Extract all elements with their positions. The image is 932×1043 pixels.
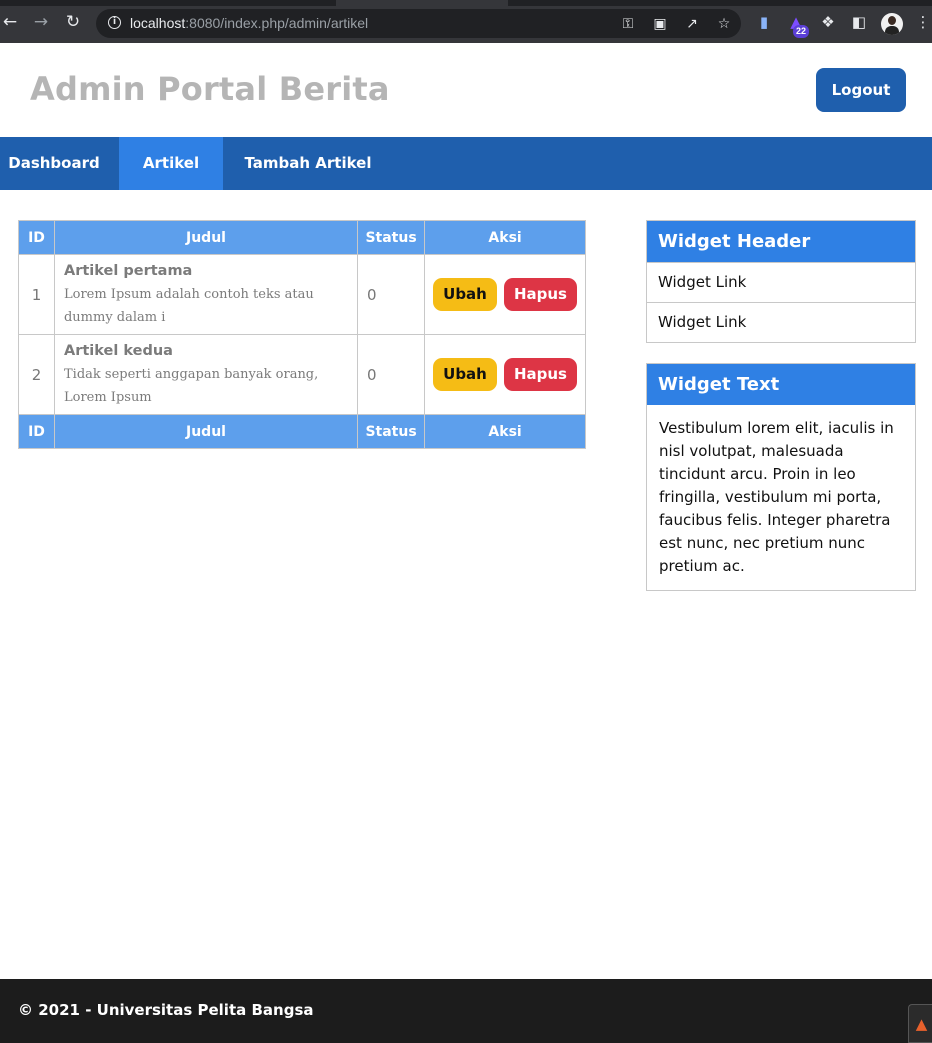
row-title-cell: Artikel kedua Tidak seperti anggapan ban… [53, 334, 358, 415]
column-header-id: ID [18, 220, 55, 255]
delete-button[interactable]: Hapus [503, 278, 577, 311]
url-path: :8080/index.php/admin/artikel [185, 15, 369, 31]
table-footer-row: ID Judul Status Aksi [18, 414, 586, 449]
article-table: ID Judul Status Aksi 1 Artikel pertama L… [18, 220, 586, 449]
widget-header-title: Widget Header [647, 221, 915, 262]
site-title: Admin Portal Berita [30, 70, 390, 108]
url-host: localhost [130, 15, 186, 31]
row-id: 2 [18, 334, 55, 415]
widget-text-body: Vestibulum lorem elit, iaculis in nisl v… [659, 419, 894, 575]
table-row: 1 Artikel pertama Lorem Ipsum adalah con… [18, 254, 586, 335]
row-actions: Ubah Hapus [424, 254, 586, 335]
widget-link[interactable]: Widget Link [647, 262, 915, 302]
article-excerpt: Tidak seperti anggapan banyak orang, Lor… [63, 366, 319, 405]
footer-copyright: © 2021 - Universitas Pelita Bangsa [18, 1001, 314, 1019]
table-header-row: ID Judul Status Aksi [18, 220, 586, 255]
avatar-torso [885, 26, 899, 35]
extension-badge: 22 [793, 25, 809, 38]
flame-icon[interactable]: ▲ [908, 1004, 932, 1043]
table-foot: ID Judul Status Aksi [18, 414, 586, 449]
nav-item-artikel[interactable]: Artikel [119, 137, 223, 190]
key-icon[interactable]: ⚿ [619, 15, 637, 33]
column-header-judul: Judul [53, 220, 358, 255]
edit-button[interactable]: Ubah [433, 278, 497, 311]
profile-avatar[interactable] [881, 13, 903, 35]
edit-button[interactable]: Ubah [433, 358, 497, 391]
table-row: 2 Artikel kedua Tidak seperti anggapan b… [18, 334, 586, 415]
column-header-status: Status [356, 220, 426, 255]
table-head: ID Judul Status Aksi [18, 220, 586, 255]
side-panel-icon[interactable]: ◧ [850, 13, 868, 31]
site-footer: © 2021 - Universitas Pelita Bangsa [0, 979, 932, 1043]
widget-text-box: Widget Text Vestibulum lorem elit, iacul… [646, 363, 916, 591]
puzzle-icon[interactable]: ❖ [819, 13, 837, 31]
row-title-cell: Artikel pertama Lorem Ipsum adalah conto… [53, 254, 358, 335]
star-icon[interactable]: ☆ [715, 15, 733, 33]
avatar-head [888, 16, 896, 25]
url-text[interactable]: localhost:8080/index.php/admin/artikel [130, 15, 368, 31]
row-status: 0 [356, 334, 426, 415]
widget-link[interactable]: Widget Link [647, 302, 915, 342]
row-actions: Ubah Hapus [424, 334, 586, 415]
column-header-aksi: Aksi [424, 220, 586, 255]
translate-icon[interactable]: ▣ [651, 15, 669, 33]
extension-docs-icon[interactable]: ▮ [755, 13, 773, 31]
main-nav: Dashboard Artikel Tambah Artikel [0, 137, 932, 190]
table-body: 1 Artikel pertama Lorem Ipsum adalah con… [18, 254, 586, 415]
article-title: Artikel kedua [63, 342, 173, 359]
nav-item-tambah-artikel[interactable]: Tambah Artikel [234, 137, 382, 190]
info-icon[interactable]: i [108, 16, 121, 29]
logout-button[interactable]: Logout [816, 68, 906, 112]
row-status: 0 [356, 254, 426, 335]
tab-strip [0, 0, 336, 6]
row-id: 1 [18, 254, 55, 335]
article-excerpt: Lorem Ipsum adalah contoh teks atau dumm… [63, 286, 314, 325]
column-footer-id: ID [18, 414, 55, 449]
delete-button[interactable]: Hapus [503, 358, 577, 391]
address-bar[interactable]: i localhost:8080/index.php/admin/artikel… [96, 9, 741, 38]
column-footer-status: Status [356, 414, 426, 449]
reload-icon[interactable]: ↻ [63, 12, 83, 32]
article-title: Artikel pertama [63, 262, 193, 279]
widget-header-box: Widget Header Widget Link Widget Link [646, 220, 916, 343]
forward-arrow-icon[interactable]: → [31, 12, 51, 32]
back-arrow-icon[interactable]: ← [0, 12, 20, 32]
kebab-menu-icon[interactable]: ⋮ [914, 13, 932, 31]
browser-toolbar: ← → ↻ i localhost:8080/index.php/admin/a… [0, 0, 932, 43]
column-footer-judul: Judul [53, 414, 358, 449]
column-footer-aksi: Aksi [424, 414, 586, 449]
site-header: Admin Portal Berita Logout [0, 43, 932, 137]
nav-item-dashboard[interactable]: Dashboard [0, 137, 108, 190]
widget-text-title: Widget Text [647, 364, 915, 405]
tab-strip [508, 0, 932, 6]
share-icon[interactable]: ↗ [683, 15, 701, 33]
